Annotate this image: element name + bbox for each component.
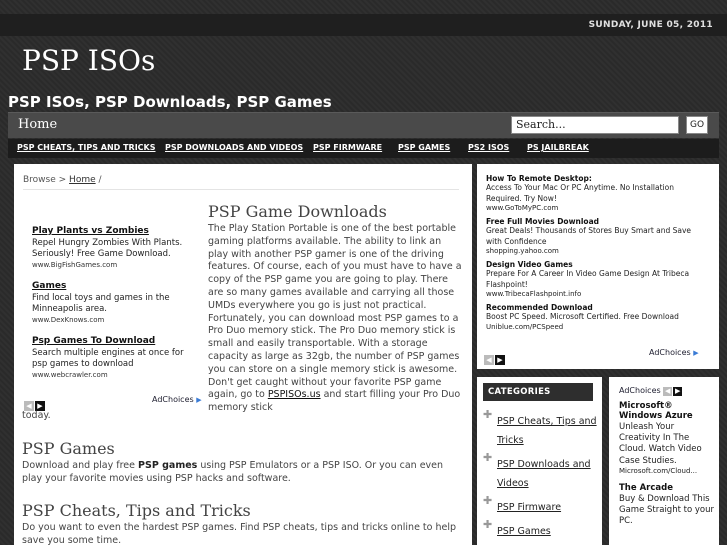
ad-item[interactable]: Play Plants vs Zombies Repel Hungry Zomb… xyxy=(32,226,197,269)
ad-item[interactable]: Recommended Download Boost PC Speed. Mic… xyxy=(486,303,701,331)
top-bar: SUNDAY, JUNE 05, 2011 xyxy=(0,14,727,36)
ad-description: Find local toys and games in the Minneap… xyxy=(32,293,170,314)
adchoices-label: AdChoices xyxy=(152,395,194,404)
adchoices-link[interactable]: AdChoices ▶ xyxy=(649,348,699,357)
divider xyxy=(23,189,459,190)
category-item: ✚ PSP Games xyxy=(483,519,598,538)
adchoices-bar: AdChoices ◀ ▶ xyxy=(619,386,683,396)
ad-url[interactable]: www.webcrawler.com xyxy=(32,371,197,379)
adchoices-label[interactable]: AdChoices xyxy=(619,386,661,395)
main-content: Browse > Home / Play Plants vs Zombies R… xyxy=(14,164,472,545)
ad-item[interactable]: Microsoft® Windows Azure Unleash Your Cr… xyxy=(619,401,714,475)
category-link[interactable]: PSP Games xyxy=(497,526,551,537)
ad-url[interactable]: www.TribecaFlashpoint.info xyxy=(486,290,701,298)
ad-title[interactable]: How To Remote Desktop: xyxy=(486,174,701,183)
ad-title[interactable]: Microsoft® Windows Azure xyxy=(619,401,714,421)
plus-icon: ✚ xyxy=(483,408,493,421)
ad-url[interactable]: shopping.yahoo.com xyxy=(486,247,701,255)
category-item: ✚ PSP Cheats, Tips and Tricks xyxy=(483,409,598,447)
category-link[interactable]: PSP Downloads and Videos xyxy=(497,459,591,489)
ad-description: Unleash Your Creativity In The Cloud. Wa… xyxy=(619,422,702,466)
search-button[interactable]: GO xyxy=(686,116,708,134)
main-nav: Home Search... GO xyxy=(8,112,719,138)
ad-description: Repel Hungry Zombies With Plants. Seriou… xyxy=(32,238,183,259)
category-item: ✚ PSP Firmware xyxy=(483,495,598,514)
breadcrumb-home-link[interactable]: Home xyxy=(69,175,96,185)
heading-game-downloads: PSP Game Downloads xyxy=(208,202,387,221)
ad-url[interactable]: www.GoToMyPC.com xyxy=(486,204,701,212)
search-input[interactable]: Search... xyxy=(511,116,679,134)
ad-url[interactable]: Uniblue.com/PCSpeed xyxy=(486,323,701,331)
intro-text-end: today. xyxy=(22,410,51,421)
ad-description: Buy & Download This Game Straight to you… xyxy=(619,493,714,527)
site-tagline: PSP ISOs, PSP Downloads, PSP Games xyxy=(8,93,332,111)
bold-keyword: PSP games xyxy=(138,460,198,471)
ad-description: Great Deals! Thousands of Stores Buy Sma… xyxy=(486,226,692,246)
ad-url[interactable]: www.BigFishGames.com xyxy=(32,261,197,269)
ad-title[interactable]: Design Video Games xyxy=(486,260,701,269)
categories-header: CATEGORIES xyxy=(483,383,593,401)
chevron-right-icon[interactable]: ▶ xyxy=(495,355,505,365)
psp-games-paragraph: Download and play free PSP games using P… xyxy=(22,459,462,485)
plus-icon: ✚ xyxy=(483,451,493,464)
catnav-ps-jailbreak[interactable]: PS JAILBREAK xyxy=(527,143,589,152)
ad-item[interactable]: Games Find local toys and games in the M… xyxy=(32,281,197,324)
breadcrumb: Browse > Home / xyxy=(23,175,102,185)
ad-nav-arrows: ◀ ▶ xyxy=(484,347,506,366)
chevron-left-icon[interactable]: ◀ xyxy=(663,387,673,396)
site-title[interactable]: PSP ISOs xyxy=(22,44,155,77)
left-ad-block: Play Plants vs Zombies Repel Hungry Zomb… xyxy=(32,226,197,391)
breadcrumb-separator: / xyxy=(98,175,102,185)
ad-title[interactable]: Games xyxy=(32,281,197,291)
catnav-psp-downloads[interactable]: PSP DOWNLOADS AND VIDEOS xyxy=(165,143,303,152)
category-link[interactable]: PSP Firmware xyxy=(497,502,561,513)
heading-psp-games: PSP Games xyxy=(22,439,115,458)
adchoices-label: AdChoices xyxy=(649,348,691,357)
ad-title[interactable]: Psp Games To Download xyxy=(32,336,197,346)
ad-description: Prepare For A Career In Video Game Desig… xyxy=(486,269,690,289)
pspisos-link[interactable]: PSPISOs.us xyxy=(268,389,321,400)
categories-widget: CATEGORIES ✚ PSP Cheats, Tips and Tricks … xyxy=(477,377,602,545)
intro-text: The Play Station Portable is one of the … xyxy=(208,223,462,401)
ad-title[interactable]: The Arcade xyxy=(619,483,714,493)
chevron-right-icon[interactable]: ▶ xyxy=(673,387,683,396)
ad-item[interactable]: The Arcade Buy & Download This Game Stra… xyxy=(619,483,714,528)
ad-title[interactable]: Play Plants vs Zombies xyxy=(32,226,197,236)
current-date: SUNDAY, JUNE 05, 2011 xyxy=(588,20,713,30)
ad-description: Boost PC Speed. Microsoft Certified. Fre… xyxy=(486,312,679,321)
nav-home-link[interactable]: Home xyxy=(18,117,57,132)
right-ad-block: How To Remote Desktop: Access To Your Ma… xyxy=(477,164,719,369)
ad-title[interactable]: Recommended Download xyxy=(486,303,701,312)
catnav-ps2-isos[interactable]: PS2 ISOS xyxy=(468,143,509,152)
plus-icon: ✚ xyxy=(483,518,493,531)
paragraph-text: Download and play free xyxy=(22,460,135,471)
adchoices-icon: ▶ xyxy=(693,349,699,357)
ad-url[interactable]: Microsoft.com/Cloud... xyxy=(619,467,714,475)
ad-item[interactable]: Psp Games To Download Search multiple en… xyxy=(32,336,197,379)
catnav-psp-games[interactable]: PSP GAMES xyxy=(398,143,450,152)
psp-cheats-paragraph: Do you want to even the hardest PSP game… xyxy=(22,521,462,545)
adchoices-link[interactable]: AdChoices ▶ xyxy=(152,395,202,404)
breadcrumb-prefix: Browse > xyxy=(23,175,67,185)
heading-psp-cheats: PSP Cheats, Tips and Tricks xyxy=(22,501,251,520)
categories-list: ✚ PSP Cheats, Tips and Tricks ✚ PSP Downlo… xyxy=(483,409,598,543)
paragraph-text: Do you want to even the hardest PSP game… xyxy=(22,522,457,545)
ad-title[interactable]: Free Full Movies Download xyxy=(486,217,701,226)
ad-description: Access To Your Mac Or PC Anytime. No Ins… xyxy=(486,183,674,203)
ad-item[interactable]: Design Video Games Prepare For A Career … xyxy=(486,260,701,298)
ad-item[interactable]: Free Full Movies Download Great Deals! T… xyxy=(486,217,701,255)
skyscraper-ad: AdChoices ◀ ▶ Microsoft® Windows Azure Un… xyxy=(609,377,719,545)
chevron-left-icon[interactable]: ◀ xyxy=(484,355,494,365)
ad-item[interactable]: How To Remote Desktop: Access To Your Ma… xyxy=(486,174,701,212)
plus-icon: ✚ xyxy=(483,494,493,507)
category-link[interactable]: PSP Cheats, Tips and Tricks xyxy=(497,416,597,446)
ad-url[interactable]: www.DexKnows.com xyxy=(32,316,197,324)
ad-description: Search multiple engines at once for psp … xyxy=(32,348,184,369)
category-nav: PSP CHEATS, TIPS AND TRICKS PSP DOWNLOAD… xyxy=(8,139,719,158)
catnav-psp-cheats[interactable]: PSP CHEATS, TIPS AND TRICKS xyxy=(17,143,156,152)
catnav-psp-firmware[interactable]: PSP FIRMWARE xyxy=(313,143,382,152)
adchoices-icon: ▶ xyxy=(196,396,202,404)
intro-paragraph: The Play Station Portable is one of the … xyxy=(208,223,464,415)
category-item: ✚ PSP Downloads and Videos xyxy=(483,452,598,490)
